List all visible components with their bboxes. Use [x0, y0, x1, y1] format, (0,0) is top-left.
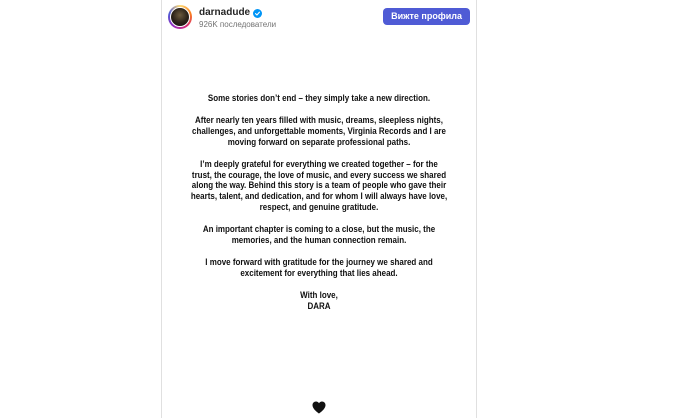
black-heart-icon: [312, 401, 326, 414]
username[interactable]: darnadude: [199, 7, 250, 19]
instagram-embed: darnadude 926K последователи Вижте профи…: [161, 0, 477, 418]
view-profile-button[interactable]: Вижте профила: [383, 8, 470, 25]
avatar[interactable]: [168, 5, 192, 29]
avatar-image: [170, 7, 190, 27]
signature: DARA: [307, 300, 331, 311]
username-row: darnadude: [199, 7, 263, 19]
post-header: darnadude 926K последователи Вижте профи…: [162, 0, 476, 35]
post-image: Some stories don’t end – they simply tak…: [162, 35, 476, 418]
paragraph-5: I move forward with gratitude for the jo…: [205, 256, 433, 278]
signoff: With love,: [300, 289, 338, 300]
post-text: Some stories don’t end – they simply tak…: [189, 93, 449, 312]
paragraph-1: Some stories don’t end – they simply tak…: [207, 93, 431, 103]
paragraph-3: I’m deeply grateful for everything we cr…: [190, 158, 448, 213]
paragraph-4: An important chapter is coming to a clos…: [202, 224, 436, 246]
verified-badge-icon: [253, 8, 263, 18]
follower-count: 926K последователи: [199, 20, 277, 29]
paragraph-2: After nearly ten years filled with music…: [192, 114, 446, 147]
